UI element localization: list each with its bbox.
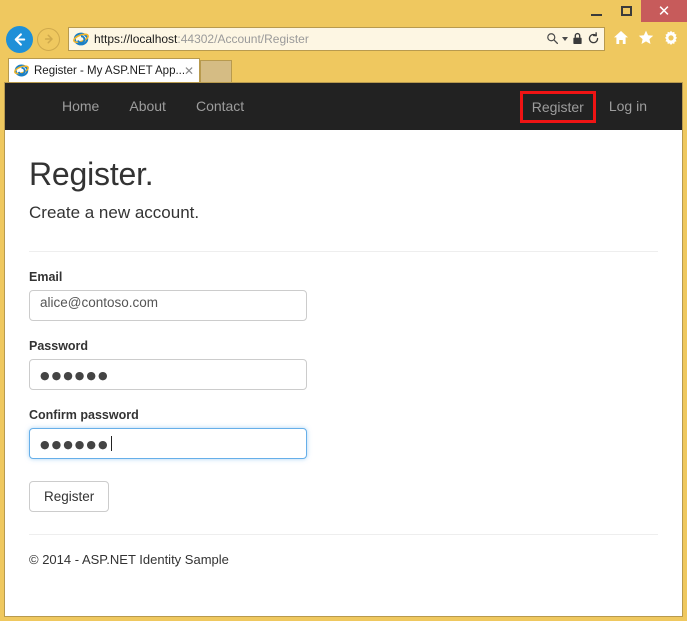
close-button[interactable]: ✕ (641, 0, 687, 22)
minimize-icon (590, 13, 602, 16)
forward-button[interactable] (37, 27, 60, 51)
forward-arrow-icon (44, 34, 53, 44)
url-path: /Account/Register (214, 32, 309, 47)
url-text: https://localhost:44302/Account/Register (94, 31, 546, 47)
refresh-icon[interactable] (587, 31, 600, 47)
home-icon[interactable] (613, 30, 629, 48)
email-input-value: alice@contoso.com (40, 295, 159, 310)
title-bar: ✕ (0, 0, 687, 22)
search-icon[interactable] (546, 32, 559, 47)
lock-icon (572, 32, 583, 47)
chevron-down-icon[interactable] (562, 37, 568, 41)
back-button[interactable] (6, 25, 33, 53)
page-viewport: Home About Contact Register Log in Regis… (4, 82, 683, 617)
address-bar-icons (546, 31, 600, 47)
site-navbar: Home About Contact Register Log in (5, 83, 682, 130)
register-submit-button[interactable]: Register (29, 481, 110, 512)
page-subtitle: Create a new account. (29, 203, 200, 222)
tab-strip: Register - My ASP.NET App... ✕ (0, 56, 687, 82)
maximize-button[interactable] (611, 0, 641, 22)
settings-gear-icon[interactable] (663, 30, 679, 49)
email-input[interactable]: alice@contoso.com (29, 290, 307, 321)
url-port: :44302 (177, 32, 215, 46)
text-cursor (110, 436, 112, 451)
confirm-password-input[interactable]: ●●●●●● (29, 428, 307, 459)
browser-window: ✕ https://localhost:44302/Account/Regist… (0, 0, 687, 621)
password-input[interactable]: ●●●●●● (29, 359, 307, 390)
maximize-icon (620, 6, 632, 16)
tab-title: Register - My ASP.NET App... (34, 64, 184, 77)
password-label: Password (29, 339, 89, 353)
tab-favicon-icon (14, 63, 29, 78)
page-title: Register. (29, 156, 154, 192)
internet-explorer-icon (73, 31, 89, 47)
confirm-password-input-value: ●●●●●● (40, 438, 110, 451)
navbar-left-links: Home About Contact (47, 83, 259, 130)
form-group-email: Email alice@contoso.com (29, 270, 658, 321)
address-bar[interactable]: https://localhost:44302/Account/Register (68, 27, 605, 51)
close-icon: ✕ (657, 1, 671, 20)
url-host: localhost (130, 32, 178, 46)
browser-tab[interactable]: Register - My ASP.NET App... ✕ (8, 58, 200, 82)
favorites-star-icon[interactable] (638, 30, 654, 48)
url-scheme: https:// (94, 32, 131, 46)
footer-divider (29, 534, 658, 535)
nav-item-register[interactable]: Register (519, 90, 596, 123)
footer-copyright: © 2014 - ASP.NET Identity Sample (29, 552, 229, 567)
page-content: Register. Create a new account. Email al… (5, 156, 682, 567)
form-group-password: Password ●●●●●● (29, 339, 658, 390)
nav-item-about[interactable]: About (114, 83, 181, 130)
window-controls: ✕ (581, 0, 687, 22)
new-tab-button[interactable] (200, 60, 232, 82)
nav-item-home[interactable]: Home (47, 83, 114, 130)
back-arrow-icon (14, 32, 26, 46)
confirm-password-label: Confirm password (29, 408, 139, 422)
nav-item-contact[interactable]: Contact (181, 83, 259, 130)
form-group-confirm-password: Confirm password ●●●●●● (29, 408, 658, 459)
email-label: Email (29, 270, 63, 284)
password-input-value: ●●●●●● (40, 369, 110, 382)
browser-toolbar: https://localhost:44302/Account/Register (0, 22, 687, 56)
browser-action-icons (613, 30, 679, 49)
navbar-right-links: Register Log in (519, 83, 662, 130)
content-divider (29, 251, 658, 252)
nav-item-login[interactable]: Log in (594, 83, 662, 130)
tab-close-icon[interactable]: ✕ (184, 65, 194, 77)
minimize-button[interactable] (581, 0, 611, 22)
